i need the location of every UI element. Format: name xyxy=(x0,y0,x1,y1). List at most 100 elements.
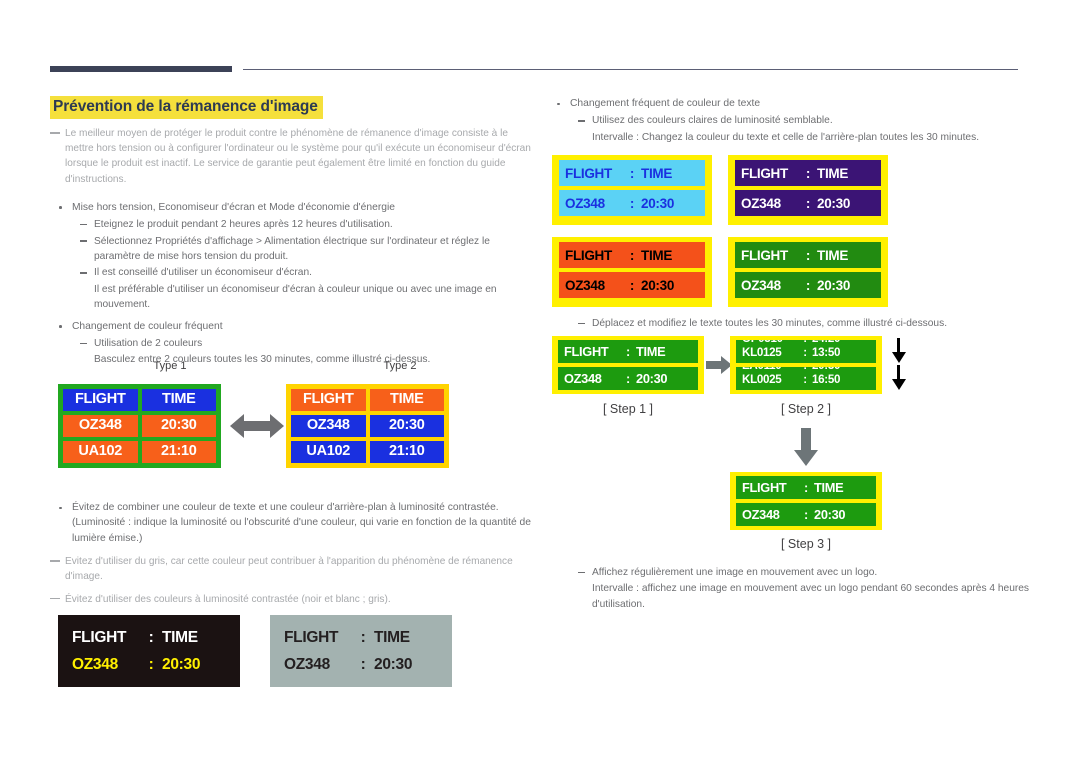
orange-row2-sep: : xyxy=(629,277,635,293)
step3-board: FLIGHT : TIME OZ348 : 20:30 xyxy=(730,472,882,530)
green-row2: OZ348 : 20:30 xyxy=(735,272,881,298)
orange-row1: FLIGHT : TIME xyxy=(559,242,705,268)
step1-row1-label: FLIGHT xyxy=(564,344,609,359)
type1-row1-flight: OZ348 xyxy=(63,415,138,437)
step2-band2-row2: KL0025 : 16:50 xyxy=(736,373,876,387)
type1-header-time: TIME xyxy=(141,389,216,411)
right-column-mid: Déplacez et modifiez le texte toutes les… xyxy=(548,316,1030,332)
cyan-row2-sep: : xyxy=(629,195,635,211)
step1-row2-label: OZ348 xyxy=(564,371,602,386)
dark-row1-value: TIME xyxy=(162,628,198,646)
right-column-bottom: Affichez régulièrement une image en mouv… xyxy=(548,565,1030,612)
purple-row1-sep: : xyxy=(805,165,811,181)
type2-header-row: FLIGHT TIME xyxy=(291,389,444,411)
step2-board: OP0310 : 24:20 KL0125 : 13:50 EA0110 : 2… xyxy=(730,336,882,394)
purple-row2-value: 20:30 xyxy=(817,195,851,211)
gray-board-row2: OZ348 : 20:30 xyxy=(284,656,438,674)
dash-move-text: Déplacez et modifiez le texte toutes les… xyxy=(548,316,1030,331)
gray-row2-value: 20:30 xyxy=(374,655,413,673)
page-title: Prévention de la rémanence d'image xyxy=(50,96,323,119)
cyan-row1: FLIGHT : TIME xyxy=(559,160,705,186)
green-row1-value: TIME xyxy=(817,247,849,263)
type2-board: FLIGHT TIME OZ348 20:30 UA102 21:10 xyxy=(286,384,449,468)
header-thin-rule xyxy=(243,69,1018,71)
purple-row1: FLIGHT : TIME xyxy=(735,160,881,186)
type2-row2-time: 21:10 xyxy=(369,441,444,463)
double-arrow-horizontal-icon xyxy=(230,411,284,441)
gray-row1-sep: : xyxy=(360,628,366,646)
green-row1-sep: : xyxy=(805,247,811,263)
type2-row1-flight: OZ348 xyxy=(291,415,366,437)
bw-figure: FLIGHT : TIME OZ348 : 20:30 FLIGHT : TIM… xyxy=(58,615,458,690)
color-board-orange: FLIGHT : TIME OZ348 : 20:30 xyxy=(552,237,712,307)
purple-row1-label: FLIGHT xyxy=(741,165,788,181)
type1-row1-time: 20:30 xyxy=(141,415,216,437)
step2-b2r2-sep: : xyxy=(803,373,807,386)
note-avoid-gray: Evitez d'utiliser du gris, car cette cou… xyxy=(50,554,535,584)
step2-band1-inner: OP0310 : 24:20 KL0125 : 13:50 xyxy=(736,340,876,360)
step2-caption: [ Step 2 ] xyxy=(780,402,832,416)
type2-row-1: OZ348 20:30 xyxy=(291,415,444,437)
type1-header-flight: FLIGHT xyxy=(63,389,138,411)
type1-label: Type 1 xyxy=(153,360,187,372)
steps-figure: FLIGHT : TIME OZ348 : 20:30 OP0310 : 24:… xyxy=(548,332,1030,562)
right-column-top: Changement fréquent de couleur de texte … xyxy=(548,96,1030,145)
subline-logo-interval: Intervalle : affichez une image en mouve… xyxy=(592,583,1030,610)
gray-row1-value: TIME xyxy=(374,628,410,646)
step3-row1-label: FLIGHT xyxy=(742,480,787,495)
step2-band1: OP0310 : 24:20 KL0125 : 13:50 xyxy=(736,340,876,363)
color-board-cyan: FLIGHT : TIME OZ348 : 20:30 xyxy=(552,155,712,225)
orange-row2-label: OZ348 xyxy=(565,277,605,293)
step1-row2: OZ348 : 20:30 xyxy=(558,367,698,390)
arrow-right-icon xyxy=(706,356,732,374)
types-figure: Type 1 Type 2 FLIGHT TIME OZ348 20:30 UA… xyxy=(58,360,478,490)
green-row1: FLIGHT : TIME xyxy=(735,242,881,268)
orange-row2-value: 20:30 xyxy=(641,277,675,293)
step3-row2-label: OZ348 xyxy=(742,507,780,522)
step1-board: FLIGHT : TIME OZ348 : 20:30 xyxy=(552,336,704,394)
page-root: { "page": { "title": "Prévention de la r… xyxy=(0,0,1080,763)
bullet-color-change: Changement de couleur fréquent xyxy=(50,319,535,334)
step1-row1-sep: : xyxy=(626,344,630,359)
step2-band1-row2: KL0125 : 13:50 xyxy=(736,346,876,360)
bullet-text-color-change: Changement fréquent de couleur de texte xyxy=(548,96,1030,111)
green-row2-sep: : xyxy=(805,277,811,293)
dark-row1-label: FLIGHT xyxy=(72,628,127,646)
type1-row-1: OZ348 20:30 xyxy=(63,415,216,437)
step1-row1: FLIGHT : TIME xyxy=(558,340,698,363)
purple-row2-sep: : xyxy=(805,195,811,211)
step2-b2r2-label: KL0025 xyxy=(742,373,782,386)
color-board-green: FLIGHT : TIME OZ348 : 20:30 xyxy=(728,237,888,307)
dark-board-row1: FLIGHT : TIME xyxy=(72,629,226,647)
type2-row-2: UA102 21:10 xyxy=(291,441,444,463)
step2-b2r2-value: 16:50 xyxy=(812,373,841,386)
bullet-avoid-contrast: Évitez de combiner une couleur de texte … xyxy=(50,500,535,546)
dash-moving-logo: Affichez régulièrement une image en mouv… xyxy=(548,565,1030,580)
dark-board-row2: OZ348 : 20:30 xyxy=(72,656,226,674)
step3-row1-sep: : xyxy=(804,480,808,495)
header-thick-rule xyxy=(50,66,232,72)
step2-b1r2-sep: : xyxy=(803,346,807,359)
type1-row2-flight: UA102 xyxy=(63,441,138,463)
arrow-down-icon xyxy=(794,428,818,466)
type2-row1-time: 20:30 xyxy=(369,415,444,437)
orange-row1-value: TIME xyxy=(641,247,673,263)
scroll-down-arrows-icon xyxy=(888,338,910,392)
purple-row2: OZ348 : 20:30 xyxy=(735,190,881,216)
step3-row1-value: TIME xyxy=(814,480,844,495)
type2-header-flight: FLIGHT xyxy=(291,389,366,411)
note-avoid-contrast-colors: Évitez d'utiliser des couleurs à luminos… xyxy=(50,592,535,607)
color-board-purple: FLIGHT : TIME OZ348 : 20:30 xyxy=(728,155,888,225)
step1-row2-sep: : xyxy=(626,371,630,386)
step1-row2-value: 20:30 xyxy=(636,371,668,386)
left-column-lower: Évitez de combiner une couleur de texte … xyxy=(50,500,535,614)
step2-b1r2-value: 13:50 xyxy=(812,346,841,359)
step2-b1r2-label: KL0125 xyxy=(742,346,782,359)
step3-row2-sep: : xyxy=(804,507,808,522)
step3-caption: [ Step 3 ] xyxy=(780,537,832,551)
type1-board: FLIGHT TIME OZ348 20:30 UA102 21:10 xyxy=(58,384,221,468)
dark-row2-value: 20:30 xyxy=(162,655,201,673)
dark-row1-sep: : xyxy=(148,628,154,646)
step2-band2: EA0110 : 20:30 KL0025 : 16:50 xyxy=(736,367,876,390)
cyan-row1-label: FLIGHT xyxy=(565,165,612,181)
